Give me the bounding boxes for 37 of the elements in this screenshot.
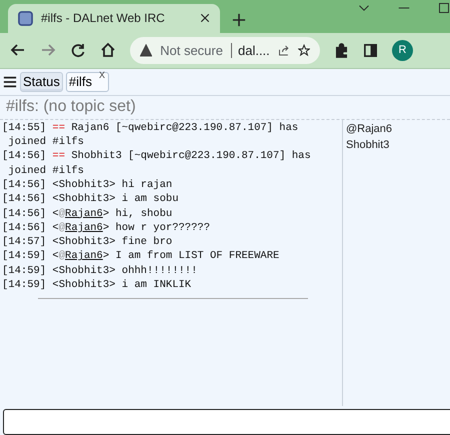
chat-message: [14:56] <@Rajan6> how r yor?????? [2, 220, 211, 236]
tab-title: #ilfs - DALnet Web IRC [41, 11, 166, 26]
share-icon[interactable] [278, 44, 290, 57]
chat-message: [14:56] <Shobhit3> i am sobu [2, 192, 180, 207]
channel-tab[interactable]: #ilfs X [66, 72, 109, 92]
join-message: [14:55] == Rajan6 [~qwebirc@223.190.87.107] has joined #ilfs [2, 120, 300, 150]
star-icon[interactable] [298, 44, 310, 57]
close-tab-mark[interactable]: X [98, 70, 105, 80]
home-icon[interactable] [100, 42, 116, 58]
menu-icon[interactable] [3, 74, 17, 89]
channel-tab[interactable]: Status [20, 72, 63, 92]
chat-message: [14:56] <@Rajan6> hi, shobu [2, 206, 174, 221]
browser-tab[interactable]: #ilfs - DALnet Web IRC [8, 4, 220, 33]
back-arrow-icon[interactable] [10, 42, 26, 58]
address-bar[interactable]: Not secure dal.... [130, 36, 320, 64]
nick-entry[interactable]: Shobhit3 [346, 136, 392, 153]
plus-icon [232, 12, 246, 27]
chat-message: [14:57] <Shobhit3> fine bro [2, 235, 174, 250]
chat-message: [14:59] <Shobhit3> ohhh!!!!!!!! [2, 264, 198, 278]
channel-topic: #ilfs: (no topic set) [0, 96, 450, 120]
forward-arrow-icon[interactable] [40, 42, 56, 58]
security-label: Not secure [160, 42, 223, 58]
irc-icon [18, 10, 33, 26]
side-panel-icon[interactable] [363, 42, 378, 58]
profile-avatar[interactable]: R [392, 40, 413, 61]
message-input[interactable] [3, 409, 450, 435]
new-tab-button[interactable] [232, 12, 246, 27]
reload-icon[interactable] [70, 42, 86, 58]
url-text: dal.... [230, 42, 270, 58]
warning-icon [140, 44, 152, 57]
chat-message: [14:56] <Shobhit3> hi rajan [2, 178, 174, 192]
puzzle-icon[interactable] [334, 42, 349, 58]
close-icon[interactable] [200, 13, 210, 24]
chat-message: [14:59] <@Rajan6> I am from LIST OF FREEWARE [2, 249, 280, 264]
nick-entry[interactable]: @Rajan6 [346, 120, 392, 137]
maximize-icon[interactable] [438, 2, 450, 14]
chat-message: [14:59] <Shobhit3> i am INKLIK [2, 278, 192, 292]
